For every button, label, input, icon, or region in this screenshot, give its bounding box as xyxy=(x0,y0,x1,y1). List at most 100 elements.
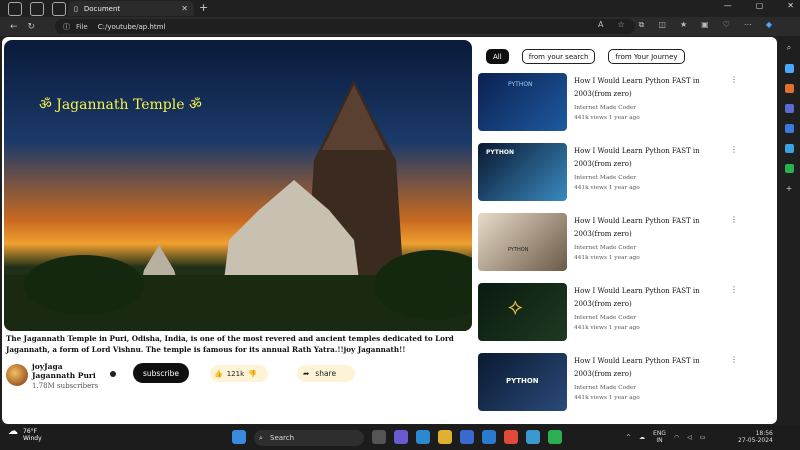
clock-time: 18:56 xyxy=(755,430,773,437)
video-thumbnail[interactable]: ⟡ xyxy=(478,283,567,341)
like-count: 121k xyxy=(226,369,245,378)
video-thumbnail[interactable]: PYTHON xyxy=(478,143,567,201)
recommendation-meta: 441k views 1 year ago xyxy=(574,325,640,331)
chip-from-your-journey[interactable]: from Your Journey xyxy=(608,49,685,64)
taskbar-apps xyxy=(232,430,246,444)
close-window-button[interactable]: ✕ xyxy=(787,1,794,10)
video-thumbnail[interactable]: PYTHON xyxy=(478,213,567,271)
clock[interactable]: 18:56 27-05-2024 xyxy=(738,430,773,444)
verified-icon xyxy=(110,371,116,377)
share-button[interactable]: ➦ share xyxy=(297,365,355,382)
recommendation-channel: Internet Made Coder xyxy=(574,315,637,321)
recommendation-channel: Internet Made Coder xyxy=(574,105,637,111)
video-description: The Jagannath Temple in Puri, Odisha, In… xyxy=(6,334,454,354)
profile-icon[interactable] xyxy=(8,1,22,16)
tab-title: Document xyxy=(83,4,121,13)
windows-taskbar: ☁ 76°F Windy ⌕ Search ^ ☁ ENG IN ◠ ◁ ▭ 1… xyxy=(0,425,800,450)
recommendation-item[interactable]: PYTHON How I Would Learn Python FAST in … xyxy=(478,73,768,131)
more-options-icon[interactable]: ⋮ xyxy=(730,145,738,154)
video-player[interactable]: ॐ Jagannath Temple ॐ xyxy=(4,40,472,331)
favorite-star-icon[interactable]: ☆ xyxy=(617,20,624,30)
recommendation-item[interactable]: ⟡ How I Would Learn Python FAST in 2003(… xyxy=(478,283,768,341)
edge-icon[interactable] xyxy=(416,430,430,444)
store-icon[interactable] xyxy=(460,430,474,444)
extensions-icon[interactable]: ⧉ xyxy=(639,20,645,30)
split-screen-icon[interactable]: ◫ xyxy=(658,20,666,30)
workspaces-icon[interactable] xyxy=(30,1,44,16)
browser-tab[interactable]: ▯ Document ✕ xyxy=(68,1,194,16)
maximize-button[interactable]: ▢ xyxy=(756,1,764,10)
thumbs-down-icon[interactable]: 👎 xyxy=(248,370,257,378)
tools-icon[interactable] xyxy=(784,84,794,93)
wifi-icon[interactable]: ◠ xyxy=(674,434,679,441)
subscriber-count: 1.78M subscribers xyxy=(32,382,99,390)
browser-tab-bar: ▯ Document ✕ + — ▢ ✕ xyxy=(0,0,800,17)
add-sidebar-app-icon[interactable]: + xyxy=(786,184,793,193)
chevron-up-icon[interactable]: ^ xyxy=(626,434,631,441)
refresh-button[interactable]: ↻ xyxy=(28,22,36,32)
like-dislike-group: 👍 121k 👎 xyxy=(210,365,268,382)
recommendation-title[interactable]: How I Would Learn Python FAST in 2003(fr… xyxy=(574,355,704,381)
chip-from-your-search[interactable]: from your search xyxy=(521,49,596,64)
recommendation-title[interactable]: How I Would Learn Python FAST in 2003(fr… xyxy=(574,215,704,241)
more-icon[interactable]: ⋯ xyxy=(744,20,752,30)
onedrive-icon[interactable]: ☁ xyxy=(639,434,645,441)
recommendation-item[interactable]: PYTHON How I Would Learn Python FAST in … xyxy=(478,143,768,201)
shopping-icon[interactable] xyxy=(784,64,794,73)
filter-chips: All from your search from Your Journey xyxy=(486,49,685,64)
telegram-icon[interactable] xyxy=(784,144,794,153)
copilot-icon[interactable]: ◆ xyxy=(766,20,772,30)
region-code[interactable]: IN xyxy=(653,437,666,444)
new-tab-button[interactable]: + xyxy=(199,1,208,14)
minimize-button[interactable]: — xyxy=(724,1,732,10)
search-icon: ⌕ xyxy=(259,433,263,442)
browser-sidebar: ⌕ + xyxy=(778,37,800,424)
back-button[interactable]: ← xyxy=(10,22,18,32)
recommendation-channel: Internet Made Coder xyxy=(574,385,637,391)
more-options-icon[interactable]: ⋮ xyxy=(730,285,738,294)
more-options-icon[interactable]: ⋮ xyxy=(730,75,738,84)
recommendation-item[interactable]: PYTHON How I Would Learn Python FAST in … xyxy=(478,353,768,411)
file-explorer-icon[interactable] xyxy=(438,430,452,444)
close-tab-icon[interactable]: ✕ xyxy=(181,4,188,13)
tab-actions-icon[interactable] xyxy=(52,1,66,16)
vscode-icon[interactable] xyxy=(482,430,496,444)
teams-icon[interactable] xyxy=(394,430,408,444)
address-bar[interactable]: ⓘ File C:/youtube/ap.html xyxy=(55,19,635,34)
chrome-icon[interactable] xyxy=(504,430,518,444)
collections-icon[interactable]: ▣ xyxy=(701,20,709,30)
weather-widget[interactable]: ☁ 76°F Windy xyxy=(8,427,42,443)
battery-icon[interactable]: ▭ xyxy=(700,434,706,441)
recommendation-title[interactable]: How I Would Learn Python FAST in 2003(fr… xyxy=(574,145,704,171)
start-icon[interactable] xyxy=(232,430,246,444)
share-label: share xyxy=(315,369,337,378)
url-scheme: File xyxy=(76,22,88,31)
temple-illustration xyxy=(4,80,472,331)
more-options-icon[interactable]: ⋮ xyxy=(730,215,738,224)
subscribe-button[interactable]: subscribe xyxy=(133,363,189,383)
heart-icon[interactable]: ♡ xyxy=(723,20,730,30)
more-options-icon[interactable]: ⋮ xyxy=(730,355,738,364)
thumbs-up-icon[interactable]: 👍 xyxy=(214,370,223,378)
pinned-apps xyxy=(372,430,562,444)
photos-icon[interactable] xyxy=(526,430,540,444)
channel-avatar[interactable] xyxy=(6,364,28,386)
outlook-icon[interactable] xyxy=(784,124,794,133)
favorites-icon[interactable]: ★ xyxy=(680,20,687,30)
whatsapp-icon[interactable] xyxy=(548,430,562,444)
recommendation-title[interactable]: How I Would Learn Python FAST in 2003(fr… xyxy=(574,285,704,311)
video-thumbnail[interactable]: PYTHON xyxy=(478,73,567,131)
recommendation-title[interactable]: How I Would Learn Python FAST in 2003(fr… xyxy=(574,75,704,101)
video-thumbnail[interactable]: PYTHON xyxy=(478,353,567,411)
chip-all[interactable]: All xyxy=(486,49,509,64)
task-view-icon[interactable] xyxy=(372,430,386,444)
search-icon[interactable]: ⌕ xyxy=(787,43,791,53)
volume-icon[interactable]: ◁ xyxy=(687,434,692,441)
channel-name[interactable]: joyJaga Jagannath Puri xyxy=(32,362,107,380)
recommendation-item[interactable]: PYTHON How I Would Learn Python FAST in … xyxy=(478,213,768,271)
drop-icon[interactable] xyxy=(784,164,794,173)
language-code[interactable]: ENG xyxy=(653,430,666,437)
read-aloud-icon[interactable]: A xyxy=(598,20,603,30)
taskbar-search[interactable]: ⌕ Search xyxy=(254,430,364,446)
games-icon[interactable] xyxy=(784,104,794,113)
